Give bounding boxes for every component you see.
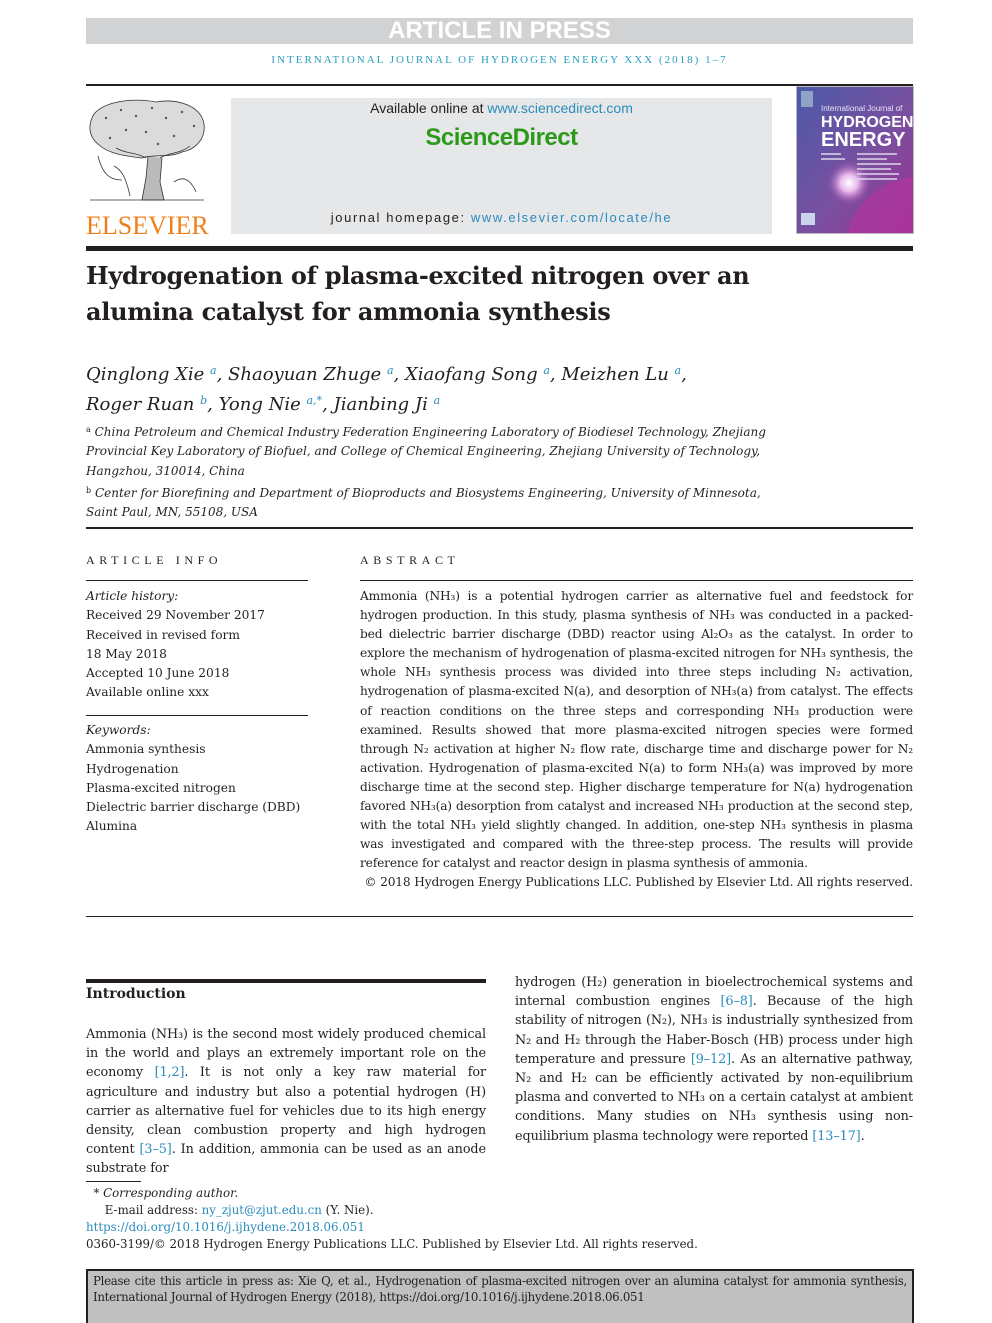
- history-item: Received 29 November 2017: [86, 608, 265, 623]
- body-text: .: [860, 1128, 865, 1144]
- article-title: Hydrogenation of plasma-excited nitrogen…: [86, 258, 806, 330]
- title-line-2: alumina catalyst for ammonia synthesis: [86, 297, 611, 326]
- footnotes: * Corresponding author. E-mail address: …: [86, 1185, 786, 1253]
- author[interactable]: Jianbing Ji a: [334, 394, 441, 415]
- title-line-1: Hydrogenation of plasma-excited nitrogen…: [86, 261, 750, 290]
- citation-box: Please cite this article in press as: Xi…: [86, 1269, 914, 1323]
- header-rule: [86, 84, 913, 86]
- email-link[interactable]: ny_zjut@zjut.edu.cn: [202, 1203, 322, 1217]
- affiliations: a China Petroleum and Chemical Industry …: [86, 420, 786, 522]
- author[interactable]: Yong Nie a,*: [219, 394, 322, 415]
- article-in-press-banner: ARTICLE IN PRESS: [86, 18, 913, 44]
- journal-running-head: INTERNATIONAL JOURNAL OF HYDROGEN ENERGY…: [271, 54, 728, 66]
- keywords-label: Keywords:: [86, 723, 151, 737]
- author[interactable]: Shaoyuan Zhuge a: [228, 364, 393, 385]
- affiliation-link[interactable]: a,*: [307, 394, 323, 407]
- article-info-rule: [86, 715, 308, 716]
- introduction-column-left: Ammonia (NH₃) is the second most widely …: [86, 1025, 486, 1179]
- citation-reference-link[interactable]: [1,2]: [155, 1065, 185, 1080]
- sciencedirect-link[interactable]: www.sciencedirect.com: [487, 100, 633, 116]
- keywords: Keywords: Ammonia synthesis Hydrogenatio…: [86, 721, 308, 837]
- article-info-heading: ARTICLE INFO: [86, 553, 223, 567]
- author[interactable]: Xiaofang Song a: [405, 364, 550, 385]
- affiliation-link[interactable]: a: [434, 394, 441, 407]
- keyword: Dielectric barrier discharge (DBD): [86, 800, 301, 815]
- cover-title-energy: ENERGY: [821, 129, 906, 151]
- citation-reference-link[interactable]: [3–5]: [140, 1142, 172, 1157]
- elsevier-wordmark: ELSEVIER: [86, 211, 209, 240]
- sciencedirect-logo[interactable]: ScienceDirect: [231, 124, 772, 152]
- abstract-rule: [360, 580, 913, 581]
- section-divider: [86, 527, 913, 529]
- citation-reference-link[interactable]: [9–12]: [691, 1052, 731, 1067]
- history-item: Received in revised form: [86, 627, 240, 642]
- abstract-text: Ammonia (NH₃) is a potential hydrogen ca…: [360, 589, 913, 871]
- article-info-rule: [86, 580, 308, 581]
- history-item: Accepted 10 June 2018: [86, 666, 230, 681]
- abstract-copyright: © 2018 Hydrogen Energy Publications LLC.…: [364, 875, 913, 889]
- citation-reference-link[interactable]: [6–8]: [721, 994, 753, 1009]
- email-note: E-mail address: ny_zjut@zjut.edu.cn (Y. …: [104, 1203, 374, 1217]
- keyword: Ammonia synthesis: [86, 742, 206, 757]
- available-online-label: Available online at: [370, 100, 488, 116]
- keyword: Plasma-excited nitrogen: [86, 780, 236, 795]
- affiliation-b: b Center for Biorefining and Department …: [86, 485, 761, 520]
- cover-subtitle: International Journal of: [821, 104, 903, 113]
- journal-homepage-link[interactable]: www.elsevier.com/locate/he: [471, 210, 672, 225]
- section-divider: [86, 916, 913, 917]
- available-online-line: Available online at www.sciencedirect.co…: [231, 100, 772, 116]
- author[interactable]: Qinglong Xie a: [86, 364, 217, 385]
- author[interactable]: Roger Ruan b: [86, 394, 207, 415]
- introduction-rule: [86, 979, 486, 983]
- sciencedirect-header-box: Available online at www.sciencedirect.co…: [231, 98, 772, 234]
- journal-homepage-line: journal homepage: www.elsevier.com/locat…: [231, 210, 772, 225]
- issn-copyright: 0360-3199/© 2018 Hydrogen Energy Publica…: [86, 1237, 698, 1251]
- corresponding-author-note: * Corresponding author.: [93, 1186, 239, 1200]
- keyword: Alumina: [86, 819, 138, 834]
- introduction-column-right: hydrogen (H₂) generation in bioelectroch…: [515, 973, 913, 1146]
- history-item: Available online xxx: [86, 685, 209, 700]
- abstract-heading: ABSTRACT: [360, 553, 460, 567]
- doi-link[interactable]: https://doi.org/10.1016/j.ijhydene.2018.…: [86, 1220, 365, 1234]
- author[interactable]: Meizhen Lu a: [561, 364, 681, 385]
- introduction-heading: Introduction: [86, 986, 186, 1002]
- citation-reference-link[interactable]: [13–17]: [812, 1129, 860, 1144]
- journal-homepage-label: journal homepage:: [330, 210, 471, 225]
- header-rule-thick: [86, 246, 913, 251]
- affiliation-a: a China Petroleum and Chemical Industry …: [86, 425, 766, 478]
- article-history: Article history: Received 29 November 20…: [86, 587, 308, 703]
- keyword: Hydrogenation: [86, 761, 179, 776]
- tree-icon: [89, 99, 205, 201]
- article-history-label: Article history:: [86, 589, 179, 603]
- footnote-rule: [86, 1181, 141, 1182]
- history-item: 18 May 2018: [86, 646, 167, 661]
- journal-cover-image[interactable]: International Journal of HYDROGEN ENERGY: [796, 86, 914, 234]
- author-list: Qinglong Xie a, Shaoyuan Zhuge a, Xiaofa…: [86, 364, 687, 415]
